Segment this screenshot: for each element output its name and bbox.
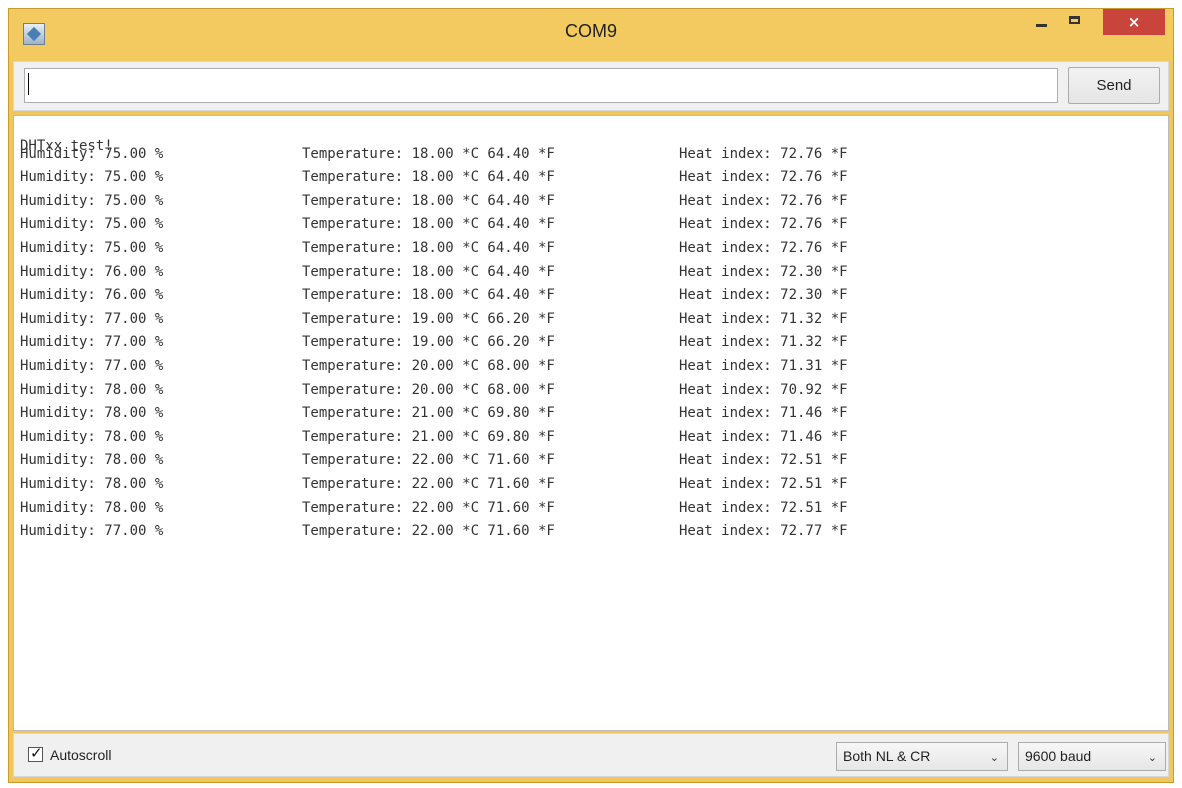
serial-input[interactable] xyxy=(24,68,1058,103)
output-header-line: DHTxx test! xyxy=(14,122,113,154)
heat-index-text: Heat index: 72.51 *F xyxy=(679,499,848,516)
humidity-text: Humidity: 75.00 % xyxy=(20,192,164,209)
humidity-text: Humidity: 75.00 % xyxy=(20,216,164,233)
heat-index-text: Heat index: 72.76 *F xyxy=(679,216,848,233)
checkmark-icon: ✓ xyxy=(30,744,43,762)
humidity-text: Humidity: 75.00 % xyxy=(20,145,164,162)
humidity-text: Humidity: 75.00 % xyxy=(20,169,164,186)
minimize-button[interactable] xyxy=(1027,9,1057,35)
line-ending-select[interactable]: Both NL & CR ⌄ xyxy=(836,742,1008,771)
heat-index-text: Heat index: 72.76 *F xyxy=(679,240,848,256)
humidity-text: Humidity: 78.00 % xyxy=(20,381,164,398)
heat-index-text: Heat index: 72.76 *F xyxy=(679,145,848,162)
close-icon: × xyxy=(1127,13,1141,31)
text-caret xyxy=(28,73,29,95)
send-button[interactable]: Send xyxy=(1068,67,1160,104)
humidity-text: Humidity: 77.00 % xyxy=(20,334,164,351)
maximize-button[interactable] xyxy=(1059,9,1091,35)
heat-index-text: Heat index: 71.32 *F xyxy=(679,310,848,327)
temperature-text: Temperature: 18.00 *C 64.40 *F xyxy=(302,169,555,186)
title-bar[interactable]: COM9 × xyxy=(9,9,1173,61)
chevron-down-icon: ⌄ xyxy=(989,751,999,764)
heat-index-text: Heat index: 72.51 *F xyxy=(679,452,848,469)
humidity-text: Humidity: 78.00 % xyxy=(20,405,164,422)
heat-index-text: Heat index: 70.92 *F xyxy=(679,381,848,398)
send-toolbar: Send xyxy=(13,61,1169,111)
temperature-text: Temperature: 22.00 *C 71.60 *F xyxy=(302,499,555,516)
temperature-text: Temperature: 19.00 *C 66.20 *F xyxy=(302,310,555,327)
heat-index-text: Heat index: 72.51 *F xyxy=(679,476,848,492)
minimize-icon xyxy=(1036,24,1047,27)
heat-index-text: Heat index: 72.30 *F xyxy=(679,287,848,304)
heat-index-text: Heat index: 72.76 *F xyxy=(679,169,848,186)
temperature-text: Temperature: 21.00 *C 69.80 *F xyxy=(302,405,555,422)
humidity-text: Humidity: 77.00 % xyxy=(20,358,164,374)
temperature-text: Temperature: 22.00 *C 71.60 *F xyxy=(302,476,555,492)
status-bar: ✓ Autoscroll Both NL & CR ⌄ 9600 baud ⌄ xyxy=(13,733,1169,777)
humidity-text: Humidity: 75.00 % xyxy=(20,240,164,256)
temperature-text: Temperature: 18.00 *C 64.40 *F xyxy=(302,287,555,304)
temperature-text: Temperature: 21.00 *C 69.80 *F xyxy=(302,428,555,445)
humidity-text: Humidity: 78.00 % xyxy=(20,476,164,492)
temperature-text: Temperature: 22.00 *C 71.60 *F xyxy=(302,452,555,469)
humidity-text: Humidity: 78.00 % xyxy=(20,499,164,516)
temperature-text: Temperature: 18.00 *C 64.40 *F xyxy=(302,263,555,280)
heat-index-text: Heat index: 72.30 *F xyxy=(679,263,848,280)
serial-output-area[interactable]: DHTxx test! Humidity: 75.00 % Temperature… xyxy=(13,115,1169,731)
close-button[interactable]: × xyxy=(1103,9,1165,35)
baud-rate-value: 9600 baud xyxy=(1025,748,1092,764)
humidity-text: Humidity: 76.00 % xyxy=(20,263,164,280)
temperature-text: Temperature: 20.00 *C 68.00 *F xyxy=(302,358,555,374)
baud-rate-select[interactable]: 9600 baud ⌄ xyxy=(1018,742,1166,771)
temperature-text: Temperature: 18.00 *C 64.40 *F xyxy=(302,216,555,233)
heat-index-text: Heat index: 71.46 *F xyxy=(679,405,848,422)
window-title: COM9 xyxy=(564,21,617,41)
heat-index-text: Heat index: 72.76 *F xyxy=(679,192,848,209)
heat-index-text: Heat index: 72.77 *F xyxy=(679,523,848,540)
humidity-text: Humidity: 76.00 % xyxy=(20,287,164,304)
heat-index-text: Heat index: 71.32 *F xyxy=(679,334,848,351)
serial-monitor-window: COM9 × Send DHTxx test! Humidity: 75.00 … xyxy=(8,8,1174,783)
heat-index-text: Heat index: 71.31 *F xyxy=(679,358,848,374)
autoscroll-label[interactable]: Autoscroll xyxy=(50,747,111,763)
humidity-text: Humidity: 78.00 % xyxy=(20,428,164,445)
temperature-text: Temperature: 18.00 *C 64.40 *F xyxy=(302,192,555,209)
line-ending-value: Both NL & CR xyxy=(843,748,931,764)
humidity-text: Humidity: 77.00 % xyxy=(20,523,164,540)
temperature-text: Temperature: 18.00 *C 64.40 *F xyxy=(302,145,555,162)
chevron-down-icon: ⌄ xyxy=(1147,751,1157,764)
humidity-text: Humidity: 78.00 % xyxy=(20,452,164,469)
temperature-text: Temperature: 22.00 *C 71.60 *F xyxy=(302,523,555,540)
maximize-icon xyxy=(1069,16,1080,24)
temperature-text: Temperature: 20.00 *C 68.00 *F xyxy=(302,381,555,398)
autoscroll-checkbox[interactable]: ✓ xyxy=(28,744,43,762)
humidity-text: Humidity: 77.00 % xyxy=(20,310,164,327)
heat-index-text: Heat index: 71.46 *F xyxy=(679,428,848,445)
temperature-text: Temperature: 19.00 *C 66.20 *F xyxy=(302,334,555,351)
temperature-text: Temperature: 18.00 *C 64.40 *F xyxy=(302,240,555,256)
